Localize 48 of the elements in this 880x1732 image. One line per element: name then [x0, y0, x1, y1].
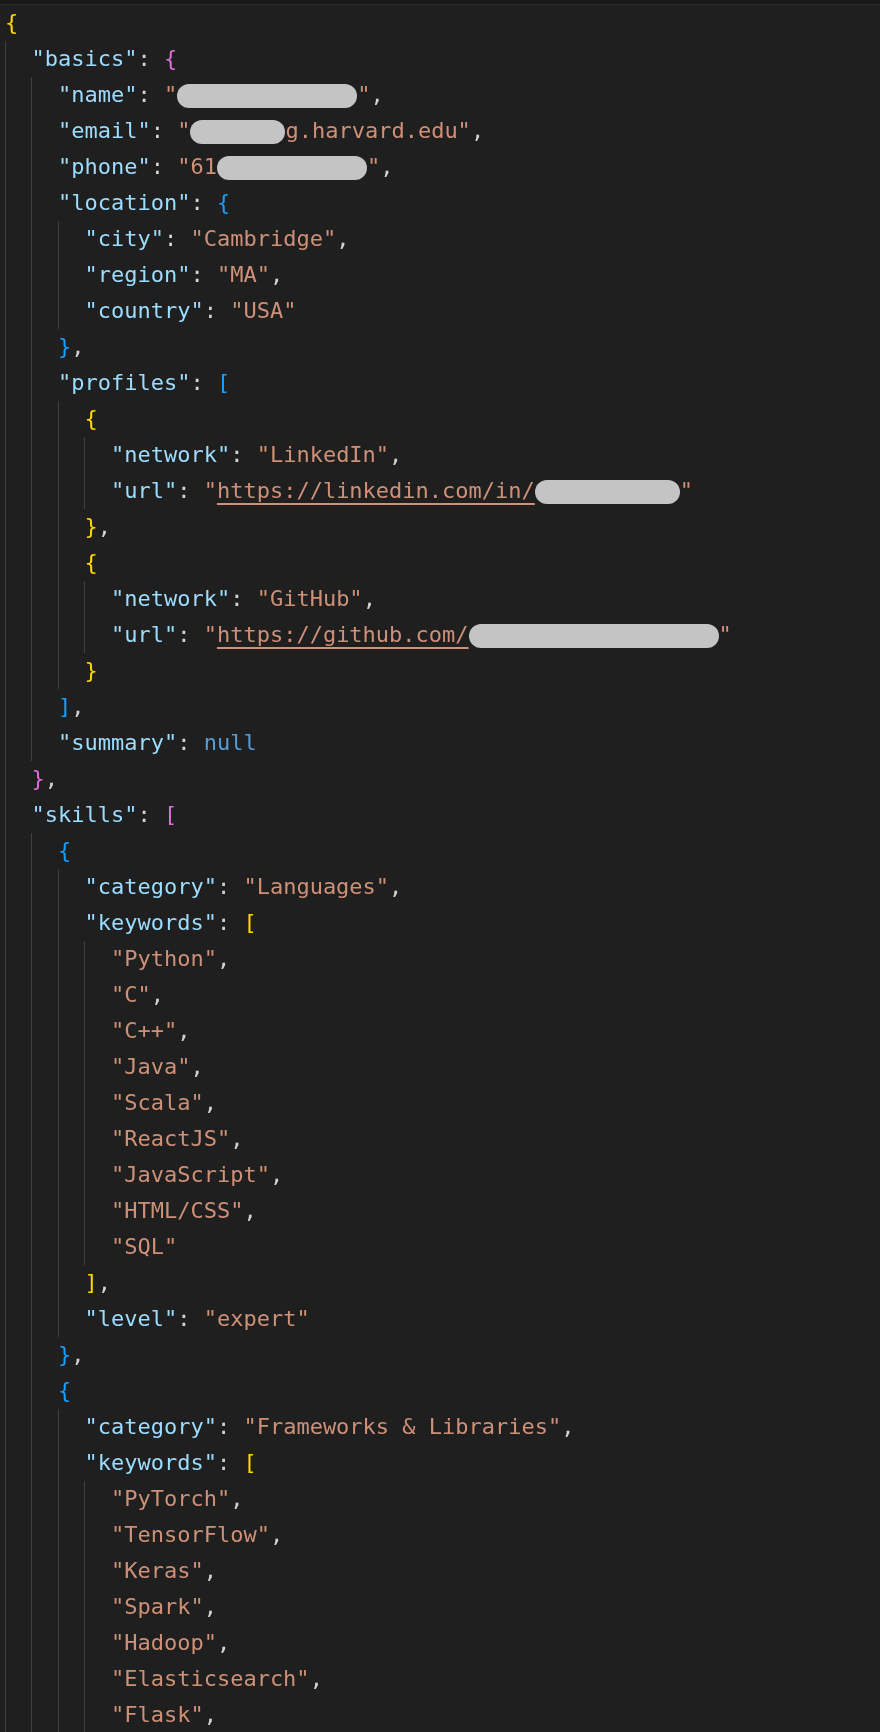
code-line: },: [57, 1341, 86, 1369]
code-line: "summary": null: [57, 729, 258, 757]
code-line: "keywords": [: [84, 1449, 258, 1477]
code-line: "Elasticsearch",: [110, 1665, 324, 1693]
code-line: "HTML/CSS",: [110, 1197, 258, 1225]
code-line: "Flask",: [110, 1701, 218, 1729]
code-line: "email": " g.harvard.edu",: [57, 117, 486, 146]
code-line: "location": {: [57, 189, 232, 217]
code-line: {: [57, 1377, 73, 1405]
code-line: "phone": "61 ",: [57, 153, 395, 182]
code-line: },: [57, 333, 86, 361]
code-line: "url": "https://github.com/ ": [110, 621, 733, 650]
code-line: "network": "GitHub",: [110, 585, 377, 613]
code-line: "C++",: [110, 1017, 192, 1045]
code-line: "Hadoop",: [110, 1629, 232, 1657]
code-line: "skills": [: [31, 801, 179, 829]
code-line: "TensorFlow",: [110, 1521, 285, 1549]
code-line: "PyTorch",: [110, 1485, 245, 1513]
code-line: },: [31, 765, 59, 793]
code-line: {: [84, 549, 99, 577]
code-line: {: [57, 837, 73, 865]
code-line: "Java",: [110, 1053, 205, 1081]
code-line: "url": "https://linkedin.com/in/ ": [110, 477, 695, 506]
code-line: "C",: [110, 981, 165, 1009]
code-line: "country": "USA": [84, 297, 298, 325]
code-line: "category": "Languages",: [84, 873, 404, 901]
code-line: "keywords": [: [84, 909, 258, 937]
code-line: "region": "MA",: [84, 261, 285, 289]
code-line: "level": "expert": [84, 1305, 311, 1333]
code-line: "Spark",: [110, 1593, 218, 1621]
code-line: ],: [84, 1269, 112, 1297]
code-line: "name": " ",: [57, 81, 385, 110]
code-line: "basics": {: [31, 45, 179, 73]
code-line: "category": "Frameworks & Libraries",: [84, 1413, 576, 1441]
code-line: ],: [57, 693, 86, 721]
code-line: {: [5, 9, 20, 37]
code-line: },: [84, 513, 112, 541]
code-line: "profiles": [: [57, 369, 232, 397]
code-line: "network": "LinkedIn",: [110, 441, 404, 469]
code-line: "SQL": [110, 1233, 179, 1261]
code-line: "Scala",: [110, 1089, 218, 1117]
code-line: "ReactJS",: [110, 1125, 245, 1153]
code-line: "Python",: [110, 945, 232, 973]
code-line: }: [84, 657, 99, 685]
code-line: {: [84, 405, 99, 433]
code-line: "JavaScript",: [110, 1161, 285, 1189]
code-line: "city": "Cambridge",: [84, 225, 351, 253]
code-line: "Keras",: [110, 1557, 218, 1585]
